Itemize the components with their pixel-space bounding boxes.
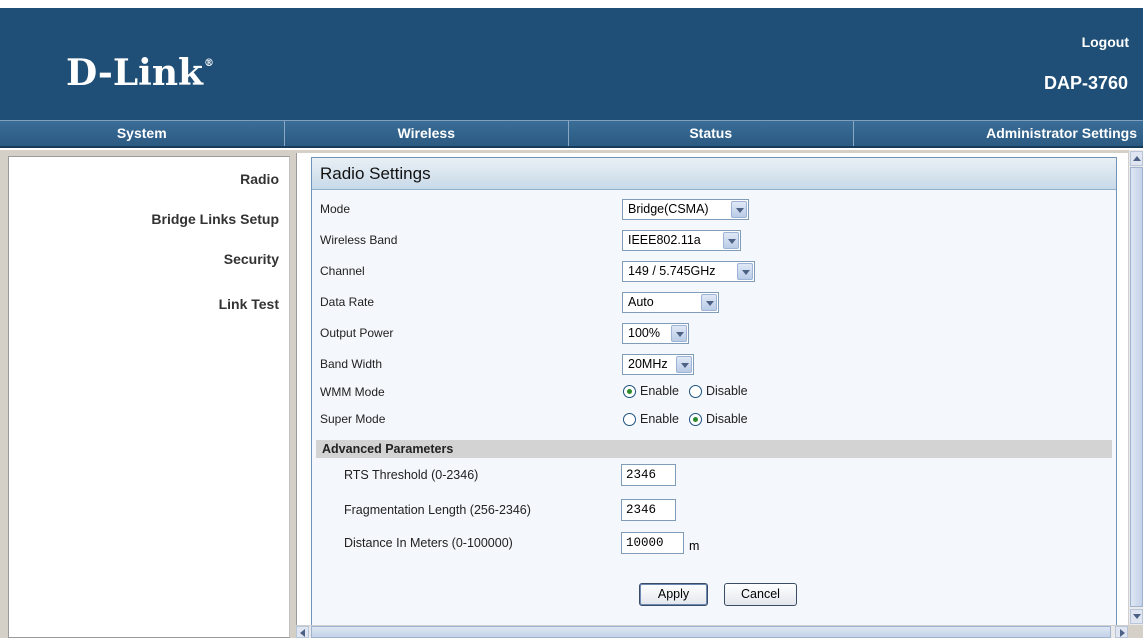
sidebar-item-link-test[interactable]: Link Test [219, 296, 279, 312]
scroll-up-icon[interactable] [1130, 151, 1143, 166]
wireless-band-value: IEEE802.11a [628, 233, 701, 247]
chevron-down-icon [676, 356, 692, 373]
band-width-label: Band Width [320, 357, 383, 371]
chevron-down-icon [731, 201, 747, 218]
sidebar: Radio Bridge Links Setup Security Link T… [8, 156, 290, 638]
rts-threshold-input[interactable]: 2346 [621, 464, 676, 486]
distance-label: Distance In Meters (0-100000) [344, 536, 513, 550]
horizontal-scroll-thumb[interactable] [311, 626, 1111, 638]
chevron-down-icon [737, 263, 753, 280]
wmm-mode-radio-group: Enable Disable [623, 384, 758, 398]
wmm-mode-label: WMM Mode [320, 385, 385, 399]
mode-value: Bridge(CSMA) [628, 202, 709, 216]
output-power-value: 100% [628, 326, 660, 340]
super-enable-label: Enable [640, 412, 679, 426]
sidebar-item-bridge-links-setup[interactable]: Bridge Links Setup [151, 211, 279, 227]
rts-threshold-label: RTS Threshold (0-2346) [344, 468, 479, 482]
scroll-down-icon[interactable] [1130, 609, 1143, 624]
band-width-select[interactable]: 20MHz [622, 354, 694, 375]
panel-title: Radio Settings [312, 158, 1116, 190]
output-power-select[interactable]: 100% [622, 323, 689, 344]
logo-registered-mark: ® [203, 58, 214, 69]
chevron-down-icon [671, 325, 687, 342]
super-enable-radio[interactable] [623, 412, 636, 426]
dlink-logo: D-Link® [66, 52, 214, 94]
super-disable-radio[interactable] [688, 412, 702, 426]
distance-unit: m [689, 539, 700, 553]
advanced-parameters-header: Advanced Parameters [316, 440, 1112, 458]
distance-input[interactable]: 10000 [621, 532, 684, 554]
fragmentation-length-label: Fragmentation Length (256-2346) [344, 503, 531, 517]
wmm-disable-radio[interactable] [688, 384, 702, 398]
logo-text: D-Link [66, 52, 203, 94]
cancel-button[interactable]: Cancel [724, 583, 797, 606]
header-banner: D-Link® Logout DAP-3760 [0, 0, 1143, 120]
wmm-disable-label: Disable [705, 384, 748, 398]
scroll-right-icon[interactable] [1115, 626, 1128, 638]
channel-select[interactable]: 149 / 5.745GHz [622, 261, 755, 282]
wireless-band-label: Wireless Band [320, 233, 398, 247]
data-rate-select[interactable]: Auto [622, 292, 719, 313]
mode-select[interactable]: Bridge(CSMA) [622, 199, 749, 220]
tab-administrator-settings[interactable]: Administrator Settings [854, 121, 1143, 146]
scroll-left-icon[interactable] [296, 626, 309, 638]
wmm-enable-radio[interactable] [623, 384, 636, 398]
chevron-down-icon [723, 232, 739, 249]
main-content: Radio Settings Mode Bridge(CSMA) Wireles… [296, 153, 1128, 627]
super-disable-label: Disable [705, 412, 748, 426]
main-nav: System Wireless Status Administrator Set… [0, 120, 1143, 148]
super-mode-radio-group: Enable Disable [623, 412, 758, 426]
horizontal-scrollbar[interactable] [296, 625, 1128, 638]
vertical-scrollbar[interactable] [1128, 150, 1143, 625]
output-power-label: Output Power [320, 326, 394, 340]
wireless-band-select[interactable]: IEEE802.11a [622, 230, 741, 251]
super-mode-label: Super Mode [320, 412, 386, 426]
tab-system[interactable]: System [0, 121, 285, 146]
fragmentation-length-input[interactable]: 2346 [621, 499, 676, 521]
data-rate-label: Data Rate [320, 295, 375, 309]
logout-link[interactable]: Logout [1082, 34, 1129, 50]
apply-button[interactable]: Apply [639, 583, 708, 606]
tab-status[interactable]: Status [569, 121, 854, 146]
channel-label: Channel [320, 264, 365, 278]
model-name: DAP-3760 [1043, 73, 1128, 93]
data-rate-value: Auto [628, 295, 654, 309]
mode-label: Mode [320, 202, 351, 216]
wmm-enable-label: Enable [640, 384, 679, 398]
channel-value: 149 / 5.745GHz [628, 264, 716, 278]
vertical-scroll-thumb[interactable] [1130, 167, 1143, 607]
band-width-value: 20MHz [628, 357, 668, 371]
tab-wireless[interactable]: Wireless [285, 121, 569, 146]
sidebar-item-security[interactable]: Security [224, 251, 279, 267]
radio-settings-panel: Radio Settings Mode Bridge(CSMA) Wireles… [311, 157, 1117, 627]
sidebar-item-radio[interactable]: Radio [240, 171, 279, 187]
chevron-down-icon [701, 294, 717, 311]
